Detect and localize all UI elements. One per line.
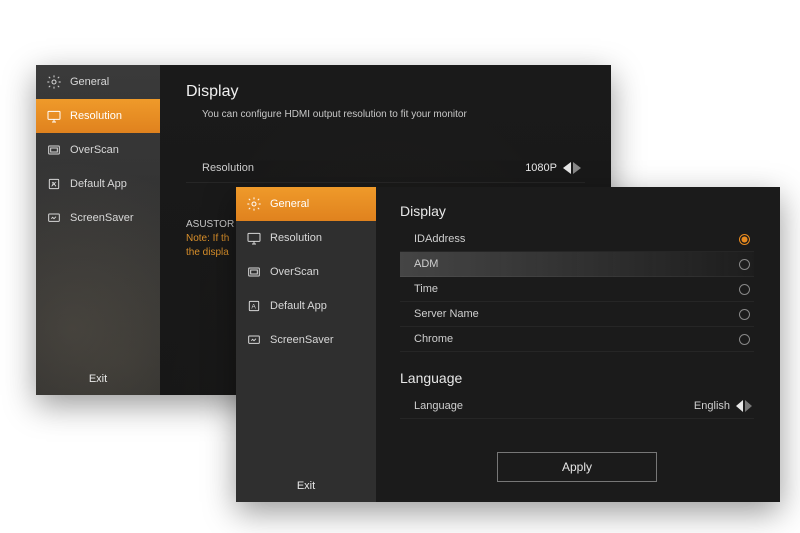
exit-button[interactable]: Exit	[36, 373, 160, 385]
section-description: You can configure HDMI output resolution…	[202, 109, 585, 120]
sidebar: General Resolution OverScan A Default Ap…	[236, 187, 376, 502]
sidebar-item-resolution[interactable]: Resolution	[36, 99, 160, 133]
display-option-time[interactable]: Time	[400, 277, 754, 302]
sidebar-item-label: General	[70, 76, 109, 88]
gear-icon	[246, 196, 262, 212]
sidebar-item-screensaver[interactable]: ScreenSaver	[36, 201, 160, 235]
screensaver-icon	[246, 332, 262, 348]
option-label: Chrome	[414, 333, 453, 345]
display-option-server-name[interactable]: Server Name	[400, 302, 754, 327]
sidebar-item-label: ScreenSaver	[70, 212, 134, 224]
monitor-icon	[246, 230, 262, 246]
exit-button[interactable]: Exit	[236, 480, 376, 492]
sidebar-item-screensaver[interactable]: ScreenSaver	[236, 323, 376, 357]
resolution-value: 1080P	[525, 162, 563, 174]
apply-wrap: Apply	[400, 436, 754, 502]
language-section-title: Language	[400, 370, 754, 386]
option-label: Server Name	[414, 308, 479, 320]
sidebar-item-label: General	[270, 198, 309, 210]
sidebar-item-general[interactable]: General	[36, 65, 160, 99]
sidebar-item-label: OverScan	[70, 144, 119, 156]
chevron-left-icon[interactable]	[736, 400, 743, 412]
settings-window-general: General Resolution OverScan A Default Ap…	[236, 187, 780, 502]
resolution-label: Resolution	[202, 162, 254, 174]
sidebar-item-label: Resolution	[270, 232, 322, 244]
monitor-icon	[46, 108, 62, 124]
chevron-right-icon[interactable]	[573, 162, 581, 174]
screensaver-icon	[46, 210, 62, 226]
display-option-chrome[interactable]: Chrome	[400, 327, 754, 352]
display-option-idaddress[interactable]: IDAddress	[400, 227, 754, 252]
overscan-icon	[246, 264, 262, 280]
option-label: IDAddress	[414, 233, 465, 245]
svg-text:A: A	[51, 182, 56, 189]
display-section-title: Display	[400, 203, 754, 219]
sidebar-item-label: ScreenSaver	[270, 334, 334, 346]
radio-unselected-icon	[739, 334, 750, 345]
chevron-right-icon[interactable]	[745, 400, 752, 412]
sidebar-item-label: Default App	[70, 178, 127, 190]
sidebar-item-label: OverScan	[270, 266, 319, 278]
sidebar-item-default-app[interactable]: A Default App	[36, 167, 160, 201]
sidebar-item-label: Resolution	[70, 110, 122, 122]
chevron-left-icon[interactable]	[563, 162, 571, 174]
gear-icon	[46, 74, 62, 90]
language-row[interactable]: Language English	[400, 394, 754, 419]
radio-selected-icon	[739, 234, 750, 245]
radio-unselected-icon	[739, 259, 750, 270]
sidebar-item-label: Default App	[270, 300, 327, 312]
apply-button[interactable]: Apply	[497, 452, 657, 482]
main-panel: Display IDAddress ADM Time Server Name C…	[376, 187, 780, 502]
sidebar-item-resolution[interactable]: Resolution	[236, 221, 376, 255]
sidebar-item-general[interactable]: General	[236, 187, 376, 221]
language-stepper[interactable]	[736, 400, 752, 412]
svg-text:A: A	[251, 304, 256, 311]
section-title: Display	[186, 83, 585, 101]
sidebar-item-overscan[interactable]: OverScan	[36, 133, 160, 167]
app-icon: A	[46, 176, 62, 192]
sidebar: General Resolution OverScan A Default Ap…	[36, 65, 160, 395]
radio-unselected-icon	[739, 284, 750, 295]
language-label: Language	[414, 400, 463, 412]
sidebar-item-default-app[interactable]: A Default App	[236, 289, 376, 323]
display-option-adm[interactable]: ADM	[400, 252, 754, 277]
option-label: ADM	[414, 258, 438, 270]
resolution-stepper[interactable]	[563, 162, 581, 174]
overscan-icon	[46, 142, 62, 158]
resolution-row[interactable]: Resolution 1080P	[186, 154, 585, 183]
language-value: English	[694, 400, 736, 412]
option-label: Time	[414, 283, 438, 295]
sidebar-item-overscan[interactable]: OverScan	[236, 255, 376, 289]
app-icon: A	[246, 298, 262, 314]
radio-unselected-icon	[739, 309, 750, 320]
